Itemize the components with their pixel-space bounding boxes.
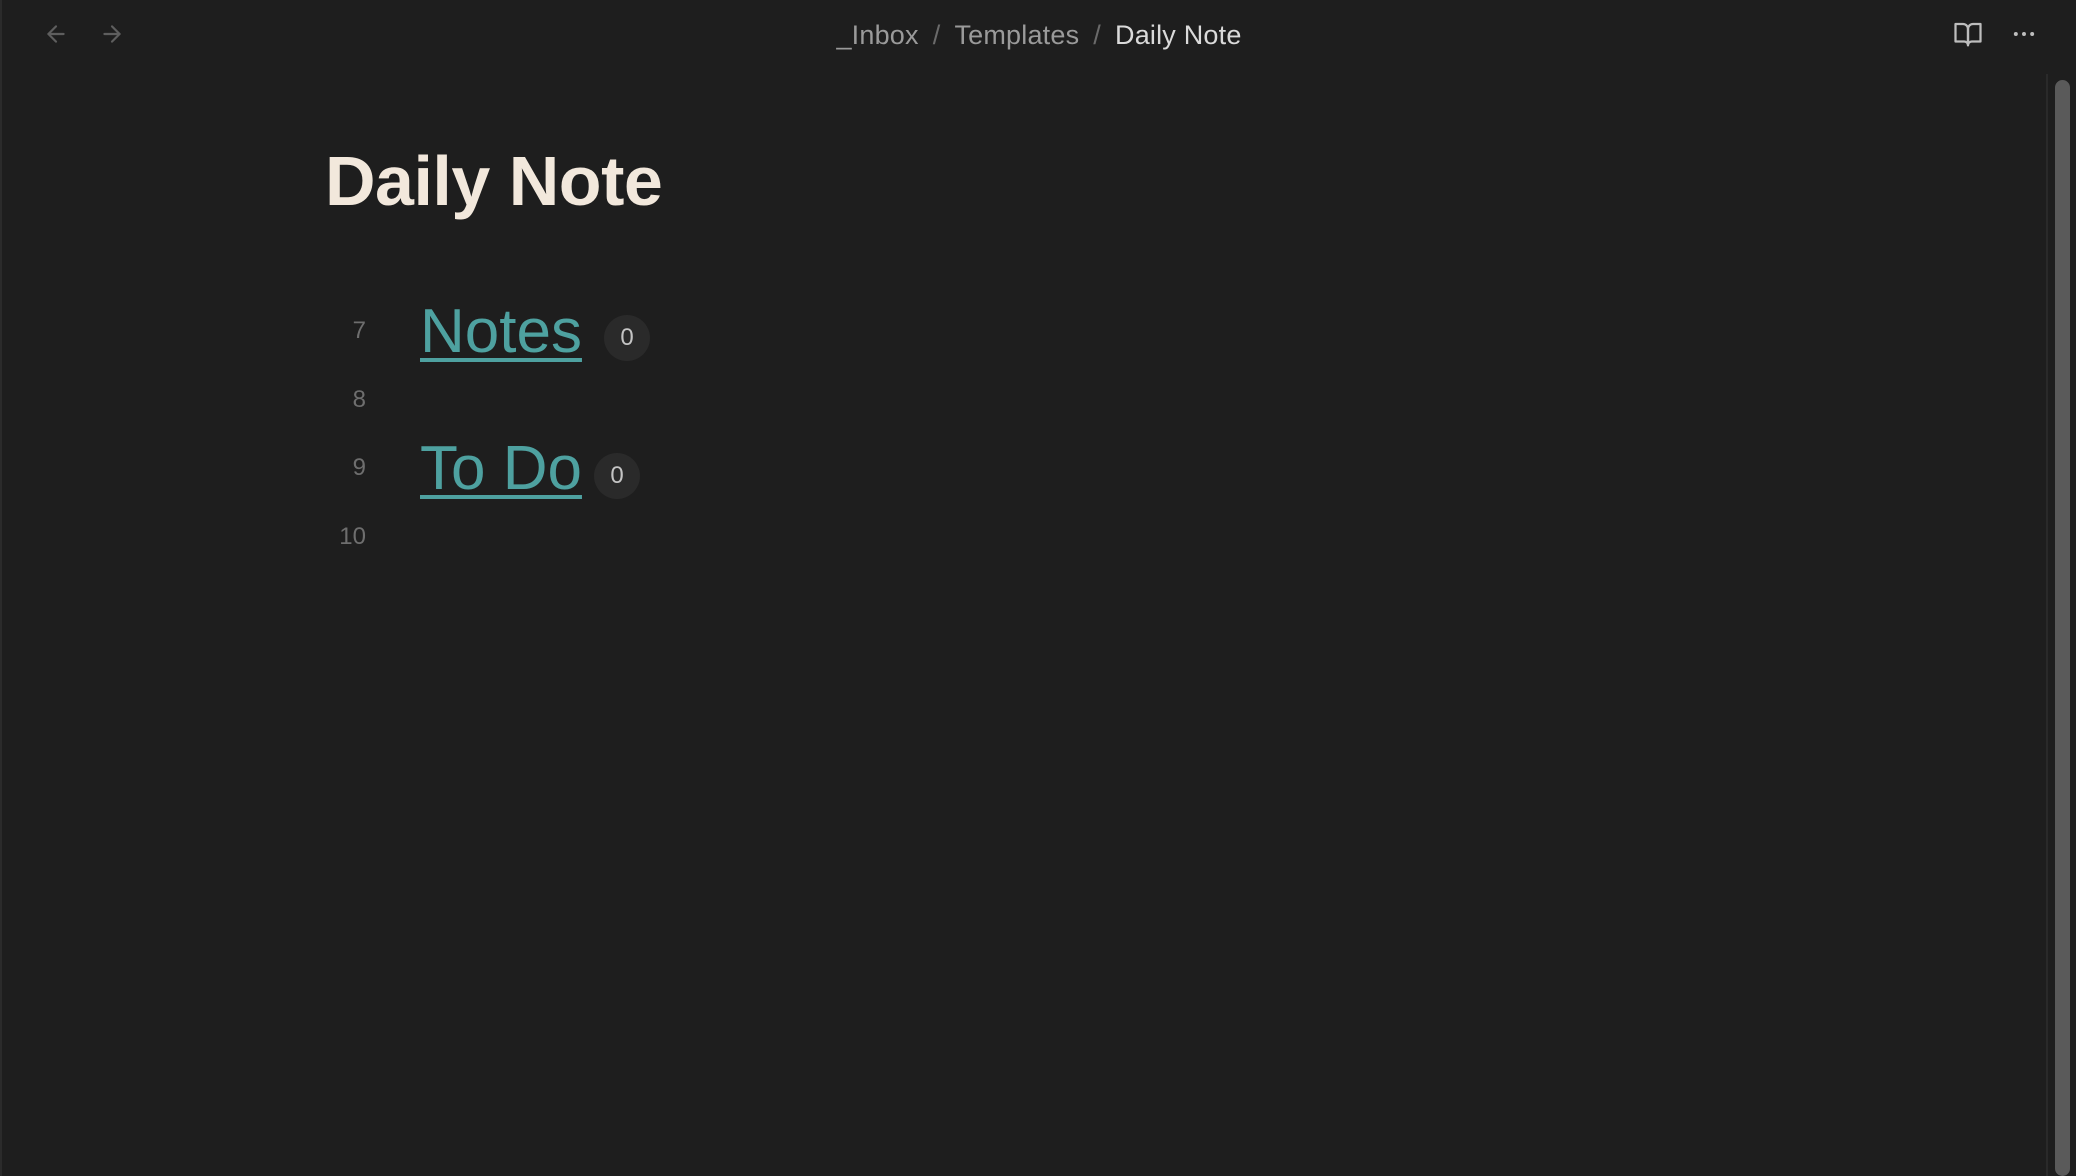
line-number: 10	[339, 523, 366, 550]
breadcrumb-separator: /	[932, 19, 941, 50]
breadcrumb-separator: /	[1093, 19, 1101, 50]
breadcrumb-item-current-note[interactable]: Daily Note	[1115, 20, 1242, 51]
breadcrumb: _Inbox / Templates / Daily Note	[2, 0, 2076, 70]
book-open-icon	[1954, 22, 1982, 47]
line-number: 8	[352, 386, 366, 413]
heading-link-notes[interactable]: Notes	[420, 296, 582, 367]
view-header: _Inbox / Templates / Daily Note	[2, 0, 2076, 70]
scrollbar-thumb[interactable]	[2055, 80, 2070, 1176]
editor-pane: _Inbox / Templates / Daily Note Daily No…	[0, 0, 2076, 1176]
heading-link-to-do[interactable]: To Do	[420, 433, 582, 504]
link-count-badge: 0	[594, 453, 640, 499]
line-number: 7	[352, 317, 366, 344]
link-count-badge: 0	[604, 315, 650, 361]
reading-view-button[interactable]	[1946, 14, 1990, 54]
note-title[interactable]: Daily Note	[325, 140, 663, 222]
scrollbar[interactable]	[2046, 74, 2076, 1176]
breadcrumb-item-inbox[interactable]: _Inbox	[836, 20, 918, 51]
more-options-button[interactable]	[2002, 14, 2046, 54]
line-number: 9	[352, 454, 366, 481]
breadcrumb-item-templates[interactable]: Templates	[954, 20, 1079, 51]
more-horizontal-icon	[2013, 32, 2035, 36]
